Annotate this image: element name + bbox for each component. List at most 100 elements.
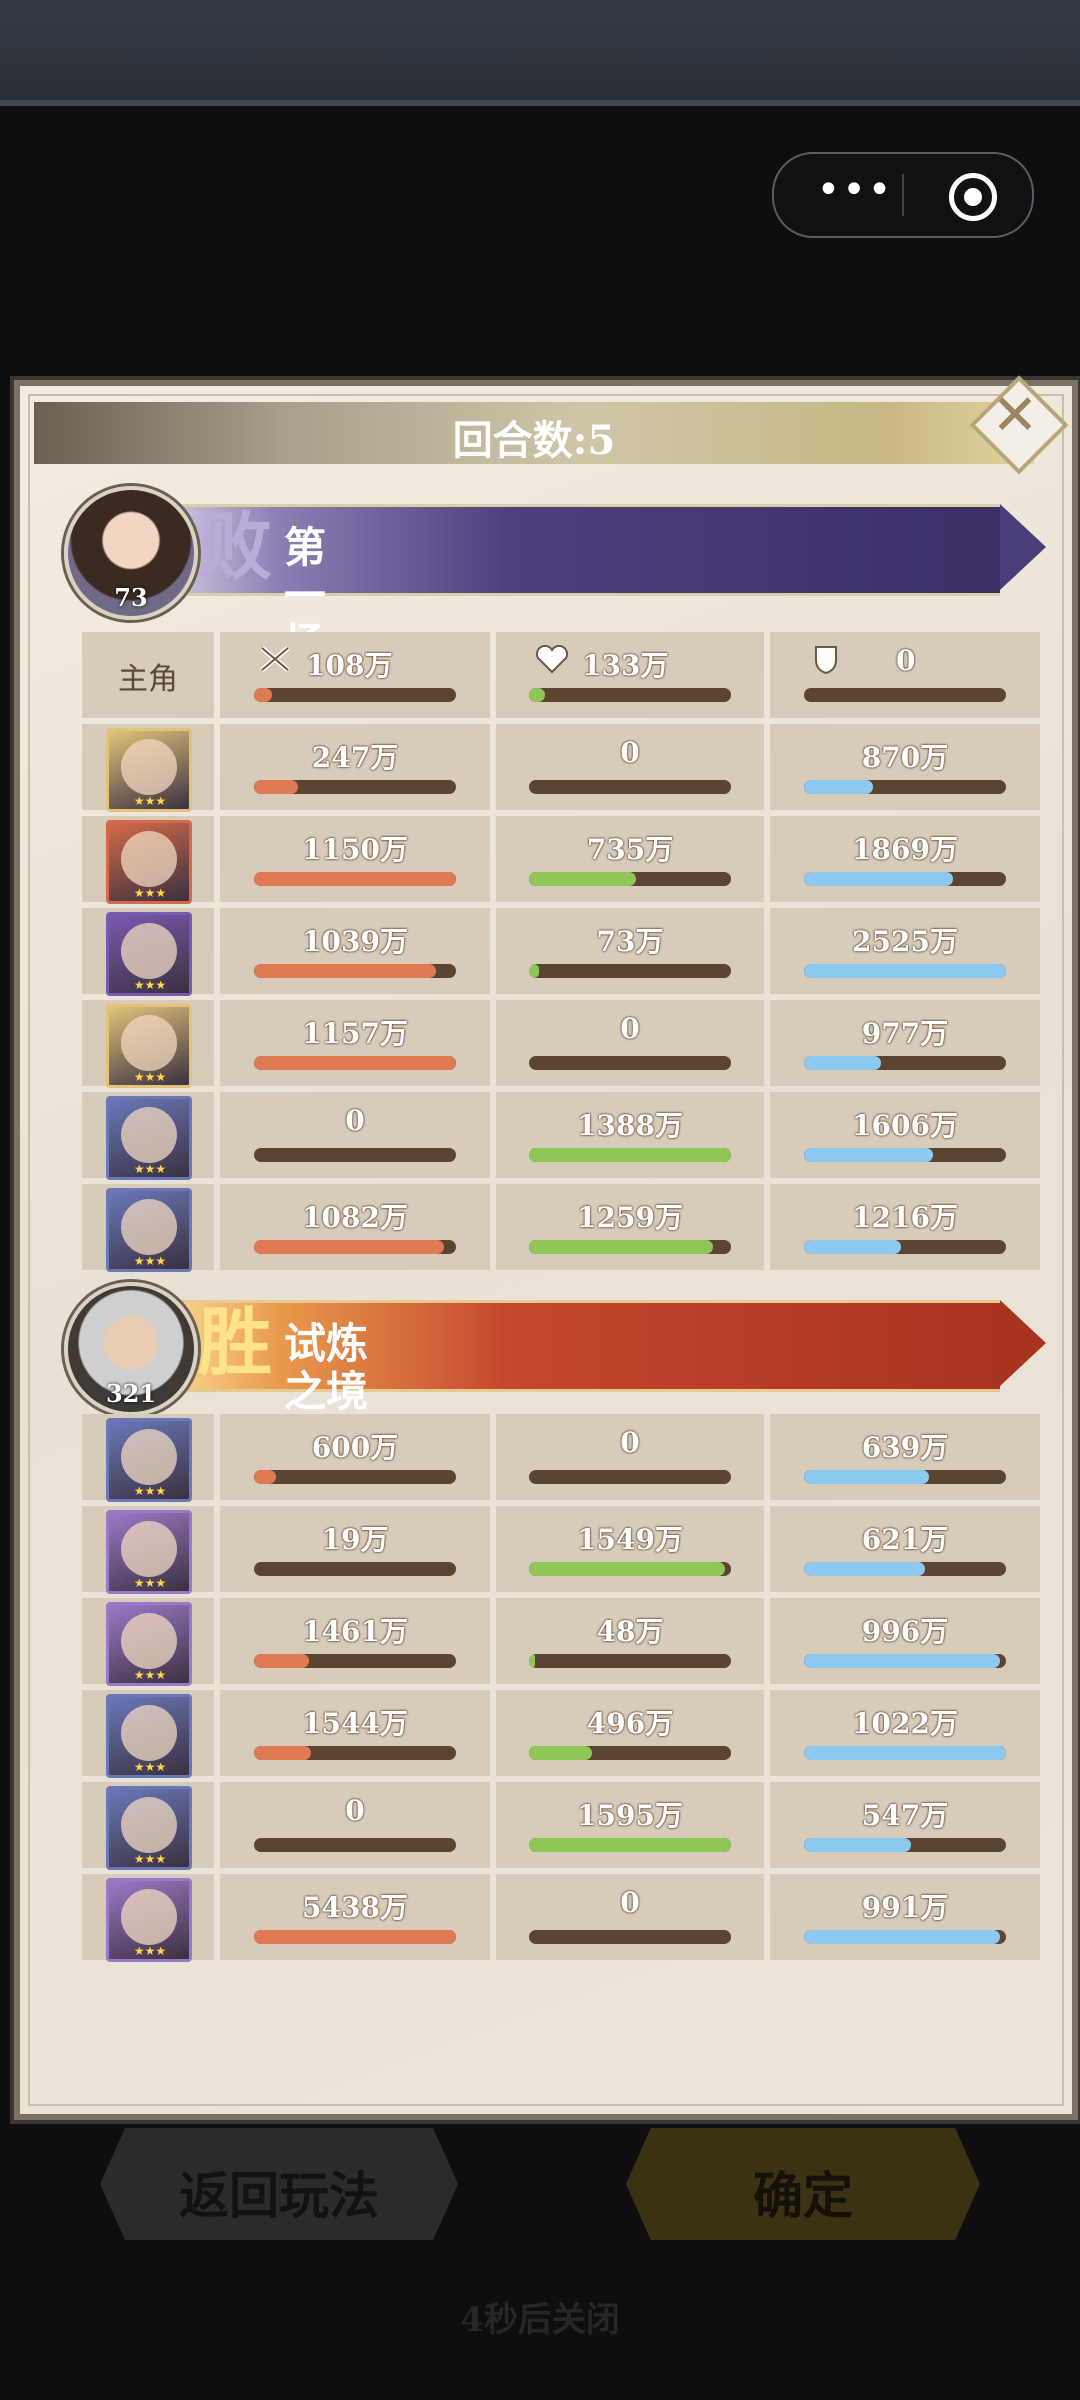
heal-value: 133万	[582, 649, 669, 682]
shield-bar-fill	[804, 780, 873, 794]
damage-value: 600万	[311, 1431, 399, 1464]
heal-cell: 1388万	[496, 1092, 764, 1178]
star-rating-icon: ★★★	[133, 1484, 167, 1498]
hero-portrait[interactable]: ★★★	[106, 1004, 192, 1088]
damage-bar	[254, 1056, 456, 1070]
hero-stat-row: ★★★ 0 1388万 1606万	[82, 1092, 1040, 1180]
star-rating-icon: ★★★	[133, 1162, 167, 1176]
hero-portrait[interactable]: ★★★	[106, 912, 192, 996]
back-to-mode-button[interactable]: 返回玩法	[100, 2128, 458, 2240]
hero-portrait[interactable]: ★★★	[106, 1096, 192, 1180]
damage-bar	[254, 1470, 456, 1484]
heal-bar-fill	[529, 1240, 713, 1254]
heal-value: 496万	[586, 1707, 674, 1740]
win-team-avatar[interactable]: 321	[64, 1282, 198, 1416]
damage-bar	[254, 872, 456, 886]
hero-stat-row: ★★★ 247万 0 870万	[82, 724, 1040, 812]
capsule-divider	[902, 174, 904, 216]
hero-face	[121, 1613, 177, 1669]
heal-cell: 735万	[496, 816, 764, 902]
damage-value: 0	[345, 1104, 365, 1137]
heal-bar	[529, 872, 731, 886]
heal-cell: 0	[496, 1000, 764, 1086]
heal-bar	[529, 1240, 731, 1254]
hero-portrait[interactable]: ★★★	[106, 1602, 192, 1686]
hero-portrait[interactable]: ★★★	[106, 1418, 192, 1502]
shield-bar-fill	[804, 872, 954, 886]
mini-program-capsule: •••	[772, 152, 1034, 238]
hero-portrait[interactable]: ★★★	[106, 820, 192, 904]
damage-bar-fill	[254, 1240, 444, 1254]
heal-cell: 48万	[496, 1598, 764, 1684]
hero-face	[121, 739, 177, 795]
shield-bar	[804, 1746, 1006, 1760]
damage-cell: 1544万	[220, 1690, 490, 1776]
damage-value: 0	[345, 1794, 365, 1827]
hero-portrait-cell: ★★★	[82, 1000, 214, 1088]
hero-stat-row: ★★★ 600万 0 639万	[82, 1414, 1040, 1502]
shield-value: 1022万	[852, 1707, 958, 1740]
damage-cell: 1082万	[220, 1184, 490, 1270]
heal-bar	[529, 1838, 731, 1852]
damage-bar	[254, 1562, 456, 1576]
heal-value: 73万	[596, 925, 664, 958]
damage-bar-fill	[254, 872, 456, 886]
heal-bar-fill	[529, 1562, 725, 1576]
close-button[interactable]: ✕	[969, 375, 1069, 475]
damage-value: 1544万	[302, 1707, 408, 1740]
banner-arrow	[1000, 1300, 1046, 1386]
banner-arrow	[1000, 504, 1046, 590]
hero-portrait[interactable]: ★★★	[106, 1786, 192, 1870]
heal-cell: 73万	[496, 908, 764, 994]
hero-face	[121, 1107, 177, 1163]
damage-value: 247万	[311, 741, 399, 774]
star-rating-icon: ★★★	[133, 1576, 167, 1590]
shield-bar	[804, 688, 1006, 702]
more-icon[interactable]: •••	[810, 168, 900, 218]
shield-value: 621万	[861, 1523, 949, 1556]
heart-icon	[535, 644, 569, 674]
shield-cell: 0	[770, 632, 1040, 718]
damage-cell: 1150万	[220, 816, 490, 902]
hero-portrait[interactable]: ★★★	[106, 1188, 192, 1272]
hero-portrait[interactable]: ★★★	[106, 728, 192, 812]
lose-team-avatar[interactable]: 73	[64, 486, 198, 620]
hero-face	[121, 1705, 177, 1761]
heal-value: 1595万	[577, 1799, 683, 1832]
exit-target-icon[interactable]	[949, 173, 997, 221]
damage-value: 1082万	[302, 1201, 408, 1234]
hero-portrait-cell: ★★★	[82, 1414, 214, 1502]
hero-portrait[interactable]: ★★★	[106, 1510, 192, 1594]
hero-portrait[interactable]: ★★★	[106, 1694, 192, 1778]
shield-cell: 2525万	[770, 908, 1040, 994]
confirm-button[interactable]: 确定	[626, 2128, 980, 2240]
shield-cell: 547万	[770, 1782, 1040, 1868]
hero-stat-row: ★★★ 0 1595万 547万	[82, 1782, 1040, 1870]
damage-bar-fill	[254, 688, 273, 702]
hero-portrait-cell: ★★★	[82, 1874, 214, 1962]
shield-bar	[804, 780, 1006, 794]
heal-bar	[529, 1930, 731, 1944]
shield-bar	[804, 1654, 1006, 1668]
heal-bar-fill	[529, 1838, 731, 1852]
hero-portrait[interactable]: ★★★	[106, 1878, 192, 1962]
damage-cell: 600万	[220, 1414, 490, 1500]
hero-stat-row: ★★★ 5438万 0 991万	[82, 1874, 1040, 1962]
shield-bar-fill	[804, 1838, 912, 1852]
hero-face	[121, 1199, 177, 1255]
heal-bar	[529, 1654, 731, 1668]
star-rating-icon: ★★★	[133, 1944, 167, 1958]
shield-bar-fill	[804, 1056, 881, 1070]
hero-face	[121, 923, 177, 979]
hero-face	[121, 1521, 177, 1577]
damage-cell: 247万	[220, 724, 490, 810]
shield-cell: 996万	[770, 1598, 1040, 1684]
damage-bar-fill	[254, 1746, 311, 1760]
damage-value: 108万	[306, 649, 393, 682]
damage-cell: 1157万	[220, 1000, 490, 1086]
heal-cell: 1549万	[496, 1506, 764, 1592]
shield-bar-fill	[804, 1470, 930, 1484]
hero-portrait-cell: ★★★	[82, 724, 214, 812]
shield-value: 2525万	[852, 925, 958, 958]
title-bar: 回合数:5	[34, 402, 1034, 464]
